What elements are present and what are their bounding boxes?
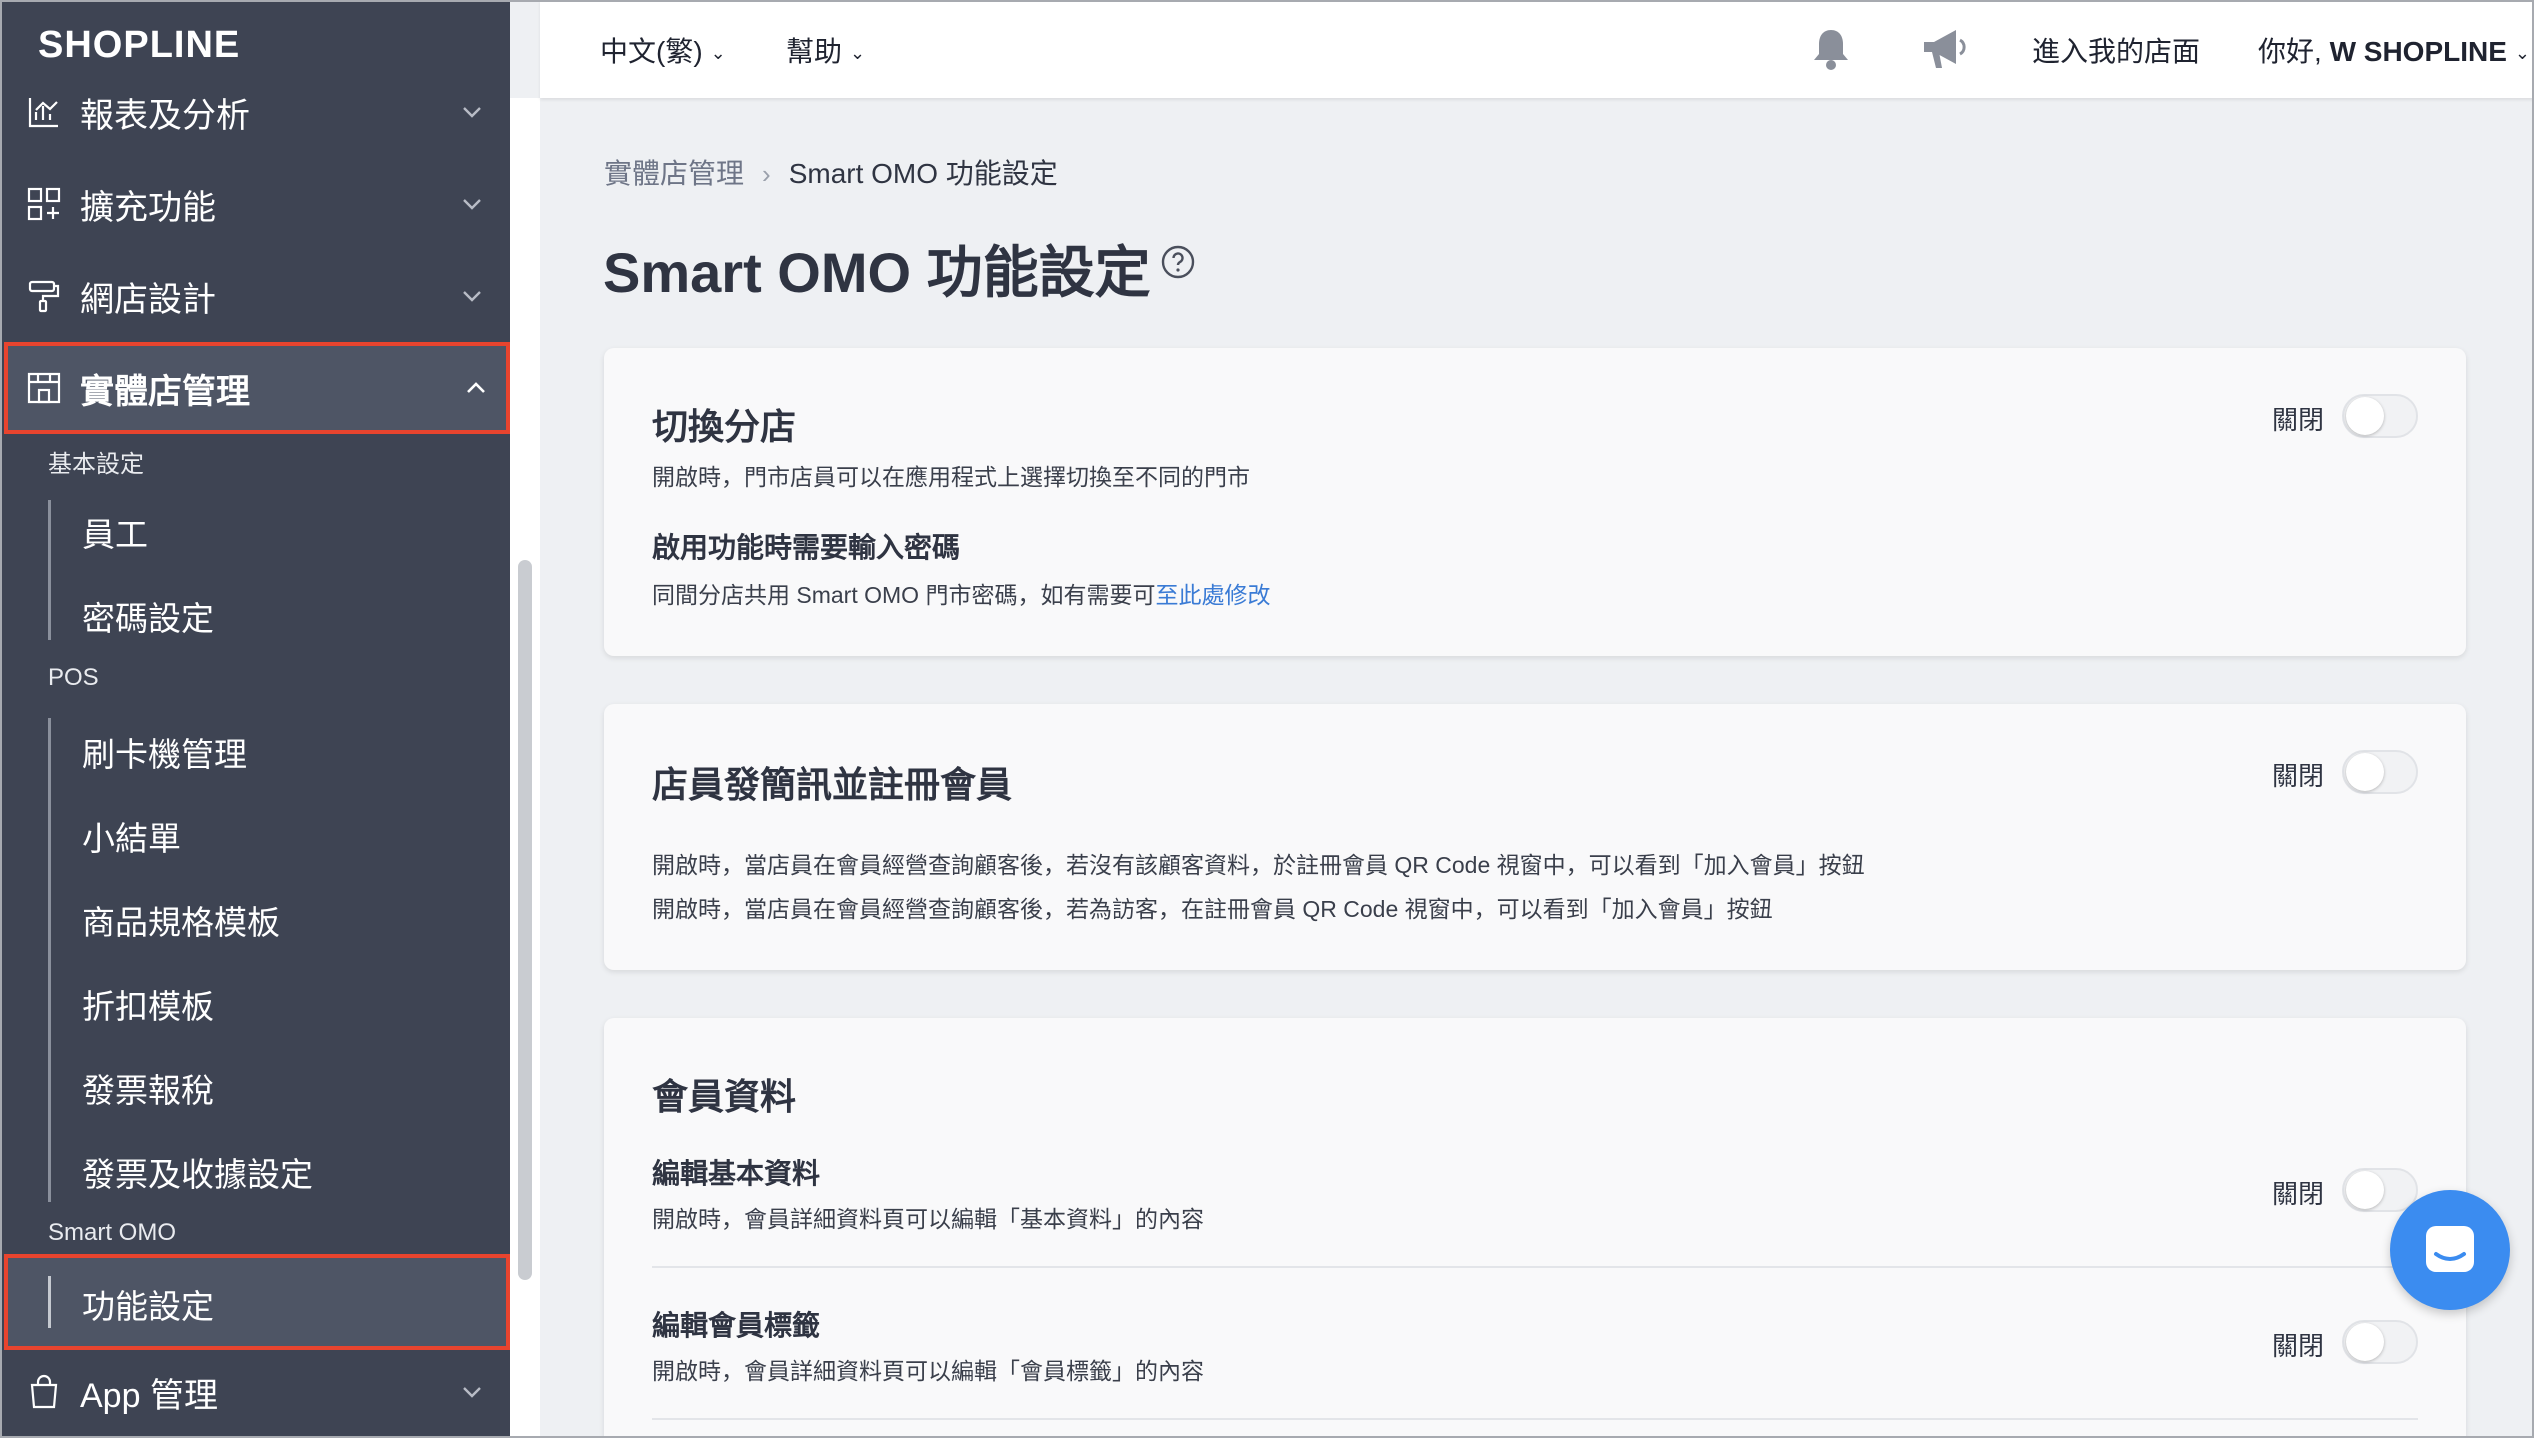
- bell-icon[interactable]: [1806, 24, 1856, 74]
- sidebar-item-staff[interactable]: 員工: [82, 508, 148, 556]
- sidebar-item-receipt[interactable]: 小結單: [82, 812, 181, 860]
- chart-icon: [28, 98, 58, 128]
- enter-store-link[interactable]: 進入我的店面: [2032, 30, 2200, 70]
- edit-member-tags-title: 編輯會員標籤: [652, 1310, 821, 1341]
- divider: [652, 1418, 2418, 1420]
- card-member-data: 會員資料 編輯基本資料 開啟時，會員詳細資料頁可以編輯「基本資料」的內容 關閉 …: [604, 1018, 2466, 1438]
- card-sms-register: 店員發簡訊並註冊會員 開啟時，當店員在會員經營查詢顧客後，若沒有該顧客資料，於註…: [604, 704, 2466, 970]
- nav-item-retail-store[interactable]: 實體店管理: [4, 342, 510, 434]
- nav-item-reports[interactable]: 報表及分析: [0, 66, 510, 158]
- shopping-bag-icon: [30, 1374, 58, 1409]
- card-title: 店員發簡訊並註冊會員: [652, 764, 1013, 805]
- sms-register-toggle[interactable]: [2342, 750, 2418, 794]
- nav-label: 實體店管理: [80, 372, 250, 411]
- divider: [652, 1266, 2418, 1268]
- sidebar-item-password[interactable]: 密碼設定: [82, 592, 214, 640]
- chevron-down-icon: [463, 291, 481, 302]
- help-dropdown[interactable]: 幫助 ⌄: [786, 30, 865, 70]
- sidebar-item-invoice-receipt-settings[interactable]: 發票及收據設定: [82, 1148, 313, 1196]
- nav-label: 報表及分析: [80, 96, 250, 135]
- sidebar-item-feature-settings[interactable]: 功能設定: [4, 1254, 510, 1350]
- card-description-1: 開啟時，當店員在會員經營查詢顧客後，若沒有該顧客資料，於註冊會員 QR Code…: [652, 852, 1865, 878]
- language-dropdown[interactable]: 中文(繁) ⌄: [600, 30, 726, 70]
- toggle-knob: [2346, 1323, 2384, 1361]
- chevron-down-icon: [463, 1387, 481, 1398]
- toggle-state-label: 關閉: [2272, 1331, 2325, 1361]
- password-description-text: 同間分店共用 Smart OMO 門市密碼，如有需要可: [652, 582, 1156, 608]
- section-pos: POS: [48, 664, 99, 691]
- page-title: Smart OMO 功能設定: [603, 241, 1151, 304]
- chat-icon: [2426, 1226, 2474, 1272]
- chevron-down-icon: ⌄: [2514, 43, 2530, 64]
- nav-item-extensions[interactable]: 擴充功能: [0, 158, 510, 250]
- card-switch-branch: 切換分店 開啟時，門市店員可以在應用程式上選擇切換至不同的門市 啟用功能時需要輸…: [604, 348, 2466, 656]
- language-label: 中文(繁): [600, 36, 703, 67]
- card-title: 切換分店: [652, 406, 797, 447]
- section-basic-settings: 基本設定: [48, 451, 144, 478]
- toggle-knob: [2346, 753, 2384, 791]
- help-label: 幫助: [786, 36, 843, 67]
- sidebar-item-label: 功能設定: [82, 1288, 214, 1325]
- chevron-down-icon: ⌄: [850, 43, 866, 64]
- greeting-prefix: 你好,: [2258, 36, 2330, 67]
- nav-label: 網店設計: [80, 280, 216, 319]
- submenu-line: [48, 718, 51, 1202]
- top-bar: 中文(繁) ⌄ 幫助 ⌄ 進入我的店面 你好, W SHOPLINE ⌄: [540, 0, 2534, 98]
- edit-basic-info-toggle[interactable]: [2342, 1168, 2418, 1212]
- edit-password-link[interactable]: 至此處修改: [1155, 582, 1270, 608]
- edit-member-tags-description: 開啟時，會員詳細資料頁可以編輯「會員標籤」的內容: [652, 1358, 1204, 1384]
- paint-roller-icon: [28, 280, 60, 313]
- submenu-line: [48, 500, 51, 640]
- sidebar-item-discount-template[interactable]: 折扣模板: [82, 980, 214, 1028]
- sidebar: SHOPLINE 報表及分析 擴充功能 網店設計 實體店管理 基本設定 員工 密…: [0, 0, 510, 1438]
- breadcrumb-parent[interactable]: 實體店管理: [604, 158, 744, 189]
- sidebar-scrollbar-thumb[interactable]: [518, 560, 532, 1280]
- chevron-down-icon: ⌄: [710, 43, 726, 64]
- nav-label: 擴充功能: [80, 188, 216, 227]
- chevron-up-icon: [467, 382, 485, 393]
- sidebar-item-invoice-tax[interactable]: 發票報稅: [82, 1064, 214, 1112]
- breadcrumb-current: Smart OMO 功能設定: [788, 158, 1058, 189]
- password-description: 同間分店共用 Smart OMO 門市密碼，如有需要可至此處修改: [652, 576, 1270, 610]
- shopline-logo[interactable]: SHOPLINE: [38, 24, 240, 68]
- megaphone-icon[interactable]: [1918, 24, 1968, 74]
- chevron-down-icon: [463, 199, 481, 210]
- chevron-down-icon: [463, 107, 481, 118]
- toggle-knob: [2346, 397, 2384, 435]
- edit-basic-info-title: 編輯基本資料: [652, 1158, 821, 1189]
- card-description: 開啟時，門市店員可以在應用程式上選擇切換至不同的門市: [652, 464, 1250, 490]
- toggle-knob: [2346, 1171, 2384, 1209]
- submenu-line: [48, 1276, 51, 1328]
- sidebar-item-variant-template[interactable]: 商品規格模板: [82, 896, 280, 944]
- card-description-2: 開啟時，當店員在會員經營查詢顧客後，若為訪客，在註冊會員 QR Code 視窗中…: [652, 896, 1773, 922]
- store-icon: [27, 372, 61, 404]
- nav-item-app-management[interactable]: App 管理: [0, 1346, 510, 1438]
- edit-basic-info-description: 開啟時，會員詳細資料頁可以編輯「基本資料」的內容: [652, 1206, 1204, 1232]
- nav-item-store-design[interactable]: 網店設計: [0, 250, 510, 342]
- chevron-right-icon: ›: [762, 159, 771, 189]
- breadcrumb: 實體店管理 › Smart OMO 功能設定: [604, 152, 1058, 192]
- chat-support-button[interactable]: [2390, 1190, 2510, 1310]
- user-name: W SHOPLINE: [2329, 36, 2507, 67]
- apps-icon: [27, 187, 61, 221]
- toggle-state-label: 關閉: [2272, 761, 2325, 791]
- password-title: 啟用功能時需要輸入密碼: [652, 532, 961, 563]
- toggle-state-label: 關閉: [2272, 405, 2325, 435]
- switch-branch-toggle[interactable]: [2342, 394, 2418, 438]
- section-smart-omo: Smart OMO: [48, 1219, 177, 1246]
- card-title: 會員資料: [652, 1076, 797, 1117]
- nav-label: App 管理: [80, 1376, 218, 1415]
- edit-member-tags-toggle[interactable]: [2342, 1320, 2418, 1364]
- user-menu[interactable]: 你好, W SHOPLINE ⌄: [2258, 30, 2530, 70]
- question-circle-icon[interactable]: [1160, 244, 1196, 280]
- sidebar-item-card-reader[interactable]: 刷卡機管理: [82, 728, 247, 776]
- toggle-state-label: 關閉: [2272, 1179, 2325, 1209]
